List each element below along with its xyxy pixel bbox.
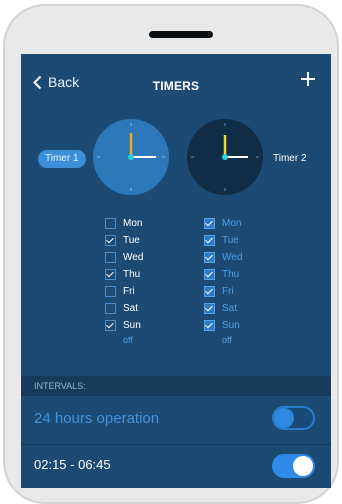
day-checkbox[interactable] [204, 269, 215, 280]
day-checkbox[interactable] [105, 218, 116, 229]
checkmark-icon [205, 286, 213, 295]
day-checkbox[interactable] [105, 320, 116, 331]
interval-toggle-on[interactable] [272, 454, 315, 478]
day-checkbox-row[interactable]: Tue [204, 232, 242, 249]
interval-row: 02:15 - 06:45 [21, 444, 331, 484]
timer-1-days: Mon Tue Wed Thu Fri Sat Sun off [105, 215, 143, 345]
interval-row: 24 hours operation [21, 398, 331, 438]
interval-label: 02:15 - 06:45 [34, 457, 111, 472]
checkmark-icon [106, 320, 114, 329]
day-label: Sat [123, 303, 139, 314]
day-checkbox[interactable] [204, 235, 215, 246]
page-title: TIMERS [152, 79, 200, 93]
day-checkbox[interactable] [105, 303, 116, 314]
day-checkbox[interactable] [105, 269, 116, 280]
timer-2-label[interactable]: Timer 2 [273, 153, 307, 164]
day-label: Fri [123, 286, 135, 297]
day-checkbox-row[interactable]: Mon [105, 215, 143, 232]
checkmark-icon [205, 269, 213, 278]
checkmark-icon [205, 235, 213, 244]
timer-1-clock[interactable] [93, 119, 169, 195]
day-label: Fri [222, 286, 234, 297]
intervals-header: INTERVALS: [21, 376, 331, 396]
day-label: Thu [123, 269, 141, 280]
day-checkbox-row[interactable]: Fri [204, 283, 242, 300]
day-label: Tue [222, 235, 239, 246]
day-label: Sat [222, 303, 238, 314]
checkmark-icon [106, 269, 114, 278]
day-checkbox[interactable] [204, 252, 215, 263]
day-checkbox[interactable] [105, 286, 116, 297]
interval-label: 24 hours operation [34, 409, 160, 427]
day-checkbox[interactable] [204, 218, 215, 229]
day-label: Sun [222, 320, 240, 331]
timer-status: off [222, 335, 232, 345]
day-checkbox-row[interactable]: Wed [105, 249, 143, 266]
day-label: Mon [222, 218, 242, 229]
checkmark-icon [106, 235, 114, 244]
day-checkbox[interactable] [105, 235, 116, 246]
day-checkbox-row[interactable]: Fri [105, 283, 143, 300]
timer-1-label[interactable]: Timer 1 [38, 150, 86, 168]
interval-toggle-off[interactable] [272, 406, 315, 430]
app-screen: Back TIMERS Timer 1 Timer 2 Mon Tue Wed … [21, 54, 331, 488]
day-checkbox-row[interactable]: Thu [204, 266, 242, 283]
day-label: Tue [123, 235, 140, 246]
top-bar: Back TIMERS [21, 54, 331, 112]
plus-icon[interactable] [299, 70, 317, 88]
clock-face-icon [191, 123, 259, 191]
day-checkbox-row[interactable]: Tue [105, 232, 143, 249]
timer-2-days: Mon Tue Wed Thu Fri Sat Sun off [204, 215, 242, 345]
clock-face-icon [97, 123, 165, 191]
timer-status: off [123, 335, 133, 345]
day-label: Wed [123, 252, 144, 263]
phone-speaker [149, 31, 213, 38]
checkmark-icon [205, 320, 213, 329]
toggle-knob [293, 456, 313, 476]
day-checkbox[interactable] [204, 320, 215, 331]
day-checkbox-row[interactable]: Mon [204, 215, 242, 232]
day-checkbox-row[interactable]: Thu [105, 266, 143, 283]
day-checkbox-row[interactable]: Sun [204, 317, 242, 334]
day-checkbox[interactable] [204, 303, 215, 314]
day-checkbox[interactable] [105, 252, 116, 263]
checkmark-icon [205, 303, 213, 312]
day-checkbox-row[interactable]: Wed [204, 249, 242, 266]
day-checkbox-row[interactable]: Sun [105, 317, 143, 334]
day-label: Wed [222, 252, 243, 263]
day-checkbox[interactable] [204, 286, 215, 297]
timer-2-clock[interactable] [187, 119, 263, 195]
day-label: Mon [123, 218, 143, 229]
day-label: Thu [222, 269, 240, 280]
day-checkbox-row[interactable]: Sat [204, 300, 242, 317]
toggle-knob [274, 408, 294, 428]
day-checkbox-row[interactable]: Sat [105, 300, 143, 317]
checkmark-icon [205, 252, 213, 261]
day-label: Sun [123, 320, 141, 331]
checkmark-icon [205, 218, 213, 227]
